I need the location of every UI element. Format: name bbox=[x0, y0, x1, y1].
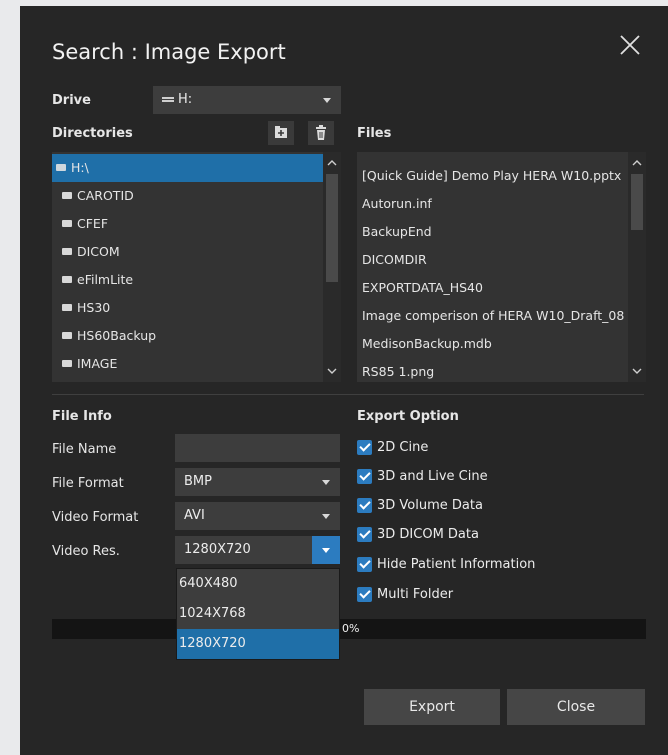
export-button[interactable]: Export bbox=[364, 689, 500, 725]
checkbox-checked-icon bbox=[357, 527, 372, 542]
drive-select[interactable]: H: bbox=[153, 86, 341, 114]
scrollbar-thumb[interactable] bbox=[326, 174, 338, 282]
directory-item[interactable]: HS30 bbox=[52, 294, 110, 322]
checkbox-checked-icon bbox=[357, 587, 372, 602]
directories-list[interactable]: H:\ CAROTID CFEF DICOM eFilmLite HS30 HS… bbox=[52, 152, 341, 382]
checkbox-checked-icon bbox=[357, 557, 372, 572]
folder-icon bbox=[62, 192, 72, 199]
video-format-value: AVI bbox=[184, 508, 205, 523]
folder-icon bbox=[62, 276, 72, 283]
directories-label: Directories bbox=[52, 126, 133, 141]
file-name-input[interactable] bbox=[175, 434, 340, 462]
directory-item[interactable]: HS60Backup bbox=[52, 322, 156, 350]
drive-value: H: bbox=[178, 92, 193, 107]
video-res-options-list[interactable]: 640X480 1024X768 1280X720 bbox=[177, 569, 339, 659]
folder-icon bbox=[62, 220, 72, 227]
scrollbar-thumb[interactable] bbox=[631, 174, 643, 230]
file-format-select[interactable]: BMP bbox=[175, 468, 340, 496]
directory-item-root[interactable]: H:\ bbox=[52, 154, 326, 182]
video-res-label: Video Res. bbox=[52, 544, 120, 559]
directory-item[interactable]: DICOM bbox=[52, 238, 120, 266]
checkbox-checked-icon bbox=[357, 498, 372, 513]
file-format-value: BMP bbox=[184, 474, 212, 489]
video-format-label: Video Format bbox=[52, 510, 139, 525]
chevron-down-icon bbox=[323, 98, 331, 103]
scroll-up-icon[interactable] bbox=[628, 154, 646, 172]
file-item[interactable]: BackupEnd bbox=[362, 218, 624, 246]
video-res-dropdown-button[interactable] bbox=[312, 536, 340, 564]
file-info-heading: File Info bbox=[52, 409, 112, 424]
dialog-title: Search : Image Export bbox=[52, 40, 286, 64]
directory-item[interactable]: CFEF bbox=[52, 210, 108, 238]
directories-scrollbar[interactable] bbox=[323, 152, 341, 382]
file-item[interactable]: DICOMDIR bbox=[362, 246, 624, 274]
files-label: Files bbox=[357, 126, 392, 141]
directory-item[interactable]: CAROTID bbox=[52, 182, 134, 210]
delete-folder-button[interactable] bbox=[308, 121, 334, 145]
drive-label: Drive bbox=[52, 93, 91, 108]
file-item[interactable]: EXPORTDATA_HS40 bbox=[362, 274, 624, 302]
progress-label: 0% bbox=[342, 622, 360, 635]
file-item[interactable]: RS85 1.png bbox=[362, 358, 624, 382]
folder-icon bbox=[62, 248, 72, 255]
video-res-option[interactable]: 1024X768 bbox=[177, 599, 339, 629]
file-name-label: File Name bbox=[52, 442, 117, 457]
file-item[interactable]: MedisonBackup.mdb bbox=[362, 330, 624, 358]
new-folder-button[interactable] bbox=[268, 121, 294, 145]
divider bbox=[52, 394, 644, 395]
folder-icon bbox=[62, 304, 72, 311]
file-item[interactable]: Image comperison of HERA W10_Draft_0829.… bbox=[362, 302, 624, 330]
file-item[interactable]: Autorun.inf bbox=[362, 190, 624, 218]
export-option-heading: Export Option bbox=[357, 409, 459, 424]
chevron-down-icon bbox=[322, 480, 330, 485]
files-list[interactable]: [Quick Guide] Demo Play HERA W10.pptx Au… bbox=[357, 152, 646, 382]
trash-icon bbox=[316, 125, 326, 140]
chevron-down-icon bbox=[322, 514, 330, 519]
scroll-up-icon[interactable] bbox=[323, 154, 341, 172]
folder-icon bbox=[62, 360, 72, 367]
video-res-value: 1280X720 bbox=[184, 542, 251, 557]
file-format-label: File Format bbox=[52, 476, 124, 491]
checkbox-checked-icon bbox=[357, 469, 372, 484]
checkbox-checked-icon bbox=[357, 440, 372, 455]
close-button[interactable]: Close bbox=[507, 689, 645, 725]
video-res-select[interactable]: 1280X720 bbox=[175, 536, 340, 564]
chevron-down-icon bbox=[322, 548, 330, 553]
folder-icon bbox=[62, 332, 72, 339]
folder-open-icon bbox=[56, 164, 66, 171]
directory-item[interactable]: eFilmLite bbox=[52, 266, 133, 294]
video-res-option-selected[interactable]: 1280X720 bbox=[177, 629, 339, 659]
new-folder-icon bbox=[275, 126, 287, 138]
directory-item[interactable]: IMAGE bbox=[52, 350, 117, 378]
export-progress-bar: 0% bbox=[52, 619, 646, 639]
video-format-select[interactable]: AVI bbox=[175, 502, 340, 530]
close-icon[interactable] bbox=[618, 33, 642, 57]
scroll-down-icon[interactable] bbox=[628, 362, 646, 380]
files-scrollbar[interactable] bbox=[628, 152, 646, 382]
scroll-down-icon[interactable] bbox=[323, 362, 341, 380]
drive-icon bbox=[162, 97, 174, 102]
file-item[interactable]: [Quick Guide] Demo Play HERA W10.pptx bbox=[362, 162, 624, 190]
video-res-option[interactable]: 640X480 bbox=[177, 569, 339, 599]
image-export-dialog: Search : Image Export Drive H: Directori… bbox=[20, 6, 668, 755]
